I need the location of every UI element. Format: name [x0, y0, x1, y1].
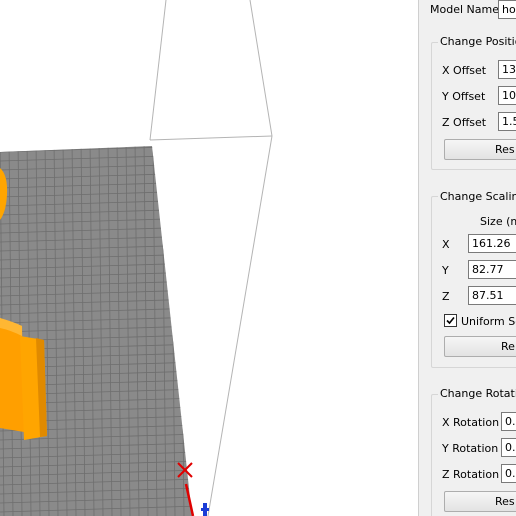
position-group-title: Change Position — [438, 35, 516, 48]
grid-line-vertical — [198, 140, 202, 516]
volume-edge-vertical — [207, 135, 273, 516]
size-column-header: Size (m — [480, 215, 516, 228]
scale-x-label: X — [442, 238, 450, 251]
uniform-scaling-checkbox[interactable] — [444, 314, 457, 327]
scale-z-label: Z — [442, 290, 450, 303]
y-offset-input[interactable]: 10 — [498, 86, 516, 105]
volume-edge-right — [249, 0, 273, 137]
checkmark-icon — [446, 316, 455, 325]
z-rotation-input[interactable]: 0. — [501, 464, 516, 483]
x-rotation-input[interactable]: 0. — [501, 412, 516, 431]
y-rotation-label: Y Rotation — [442, 442, 499, 455]
y-rotation-input[interactable]: 0. — [501, 438, 516, 457]
z-offset-label: Z Offset — [442, 116, 487, 129]
model-properties-panel: Model Name: hor Change Position X Offset… — [424, 0, 516, 516]
model-name-input[interactable]: hor — [498, 0, 516, 19]
grid-line-vertical — [188, 146, 192, 516]
size-x-input[interactable]: 161.26 — [468, 234, 516, 253]
reset-position-button[interactable]: Res — [444, 139, 516, 160]
reset-rotation-button[interactable]: Res — [444, 491, 516, 512]
z-rotation-label: Z Rotation — [442, 468, 500, 481]
x-rotation-label: X Rotation — [442, 416, 500, 429]
uniform-scaling-label: Uniform Sca — [461, 315, 516, 328]
x-offset-input[interactable]: 13 — [498, 60, 516, 79]
z-offset-input[interactable]: 1.5 — [498, 112, 516, 131]
size-z-input[interactable]: 87.51 — [468, 286, 516, 305]
y-offset-label: Y Offset — [442, 90, 486, 103]
scale-y-label: Y — [442, 264, 449, 277]
volume-edge-left — [149, 0, 167, 141]
size-y-input[interactable]: 82.77 — [468, 260, 516, 279]
3d-viewport[interactable] — [0, 0, 418, 516]
model-name-label: Model Name: — [430, 3, 503, 16]
volume-edge-top-front — [149, 135, 273, 141]
z-axis-marker-icon — [201, 503, 209, 516]
x-offset-label: X Offset — [442, 64, 487, 77]
reset-scaling-button[interactable]: Re — [444, 336, 516, 357]
scaling-group-title: Change Scaling — [438, 190, 516, 203]
rotation-group-title: Change Rotatio — [438, 387, 516, 400]
scene-canvas[interactable] — [0, 0, 418, 516]
